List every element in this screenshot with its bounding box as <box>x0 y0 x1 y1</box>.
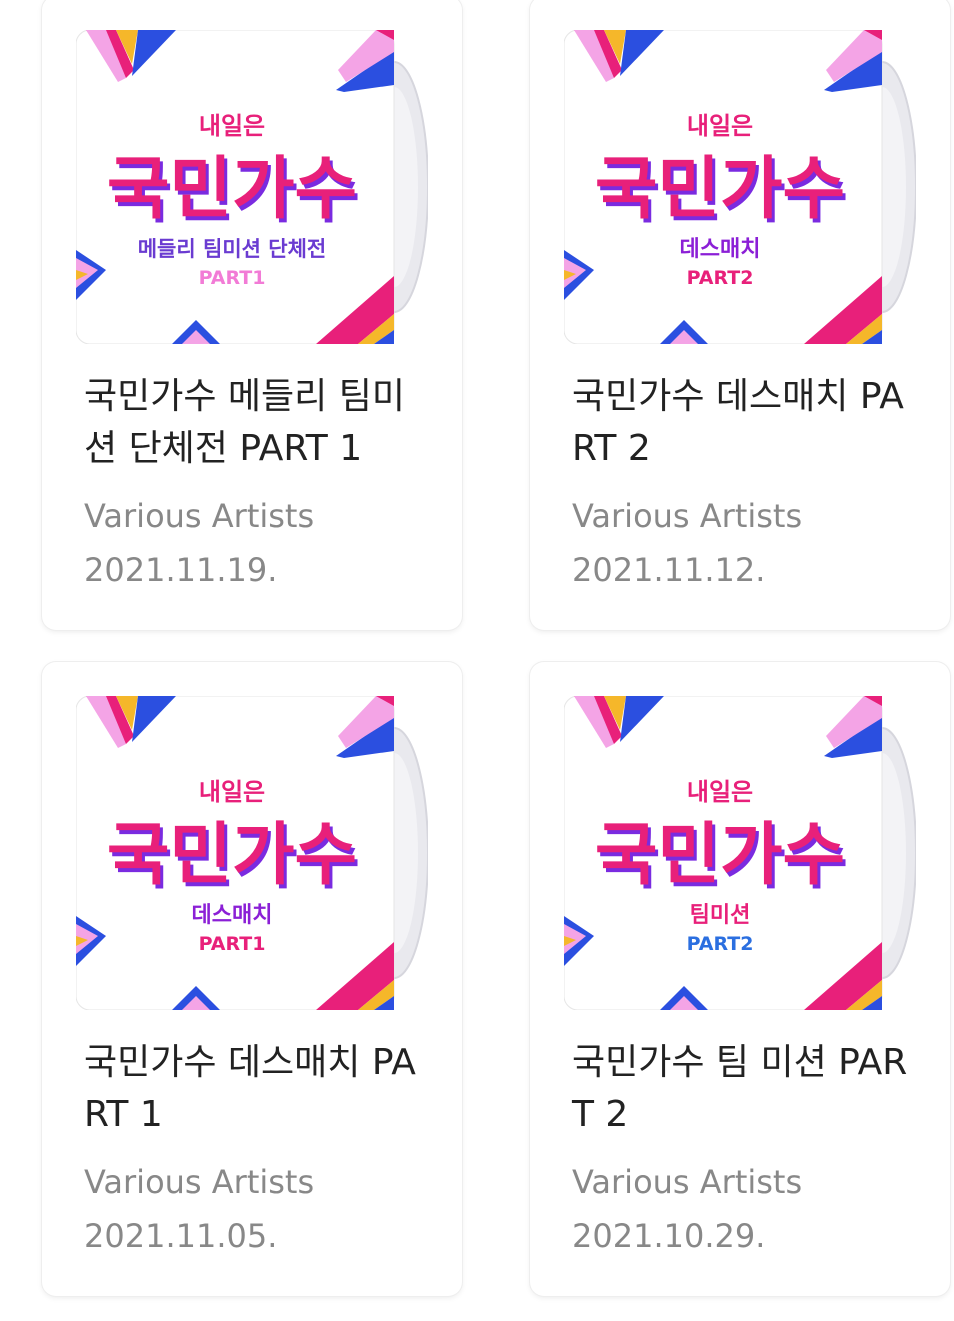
album-release-date: 2021.11.12. <box>572 551 766 589</box>
album-artist[interactable]: Various Artists <box>84 1158 314 1206</box>
album-cover-art: 내일은 국민가수 국민가수 팀미션 PART2 <box>564 696 916 1010</box>
cover-part-text: PART1 <box>199 933 266 955</box>
album-title[interactable]: 국민가수 데스매치 PART 2 <box>572 371 914 475</box>
cover-sub-text: 팀미션 <box>690 903 751 928</box>
cover-main-text: 국민가수 <box>107 150 357 229</box>
album-artist[interactable]: Various Artists <box>84 492 314 540</box>
cover-main-text: 국민가수 <box>107 816 357 895</box>
cover-top-text: 내일은 <box>687 112 753 140</box>
album-title[interactable]: 국민가수 데스매치 PART 1 <box>84 1037 426 1141</box>
cover-sub-text: 데스매치 <box>680 237 761 262</box>
album-artist[interactable]: Various Artists <box>572 492 802 540</box>
album-release-date: 2021.10.29. <box>572 1217 766 1255</box>
album-artist[interactable]: Various Artists <box>572 1158 802 1206</box>
cover-part-text: PART2 <box>687 933 754 955</box>
album-cover[interactable]: 내일은 국민가수 국민가수 메들리 팀미션 단체전 PART1 <box>76 30 428 344</box>
album-cover-art: 내일은 국민가수 국민가수 데스매치 PART1 <box>76 696 428 1010</box>
cover-sub-text: 데스매치 <box>192 903 273 928</box>
album-cover[interactable]: 내일은 국민가수 국민가수 데스매치 PART1 <box>76 696 428 1010</box>
album-cover-art: 내일은 국민가수 국민가수 데스매치 PART2 <box>564 30 916 344</box>
cover-part-text: PART1 <box>199 267 266 289</box>
album-cover-art: 내일은 국민가수 국민가수 메들리 팀미션 단체전 PART1 <box>76 30 428 344</box>
album-card[interactable]: 내일은 국민가수 국민가수 데스매치 PART1 국민가수 데스매치 PART … <box>42 662 462 1296</box>
album-release-date: 2021.11.19. <box>84 551 278 589</box>
cover-main-text: 국민가수 <box>595 150 845 229</box>
album-card[interactable]: 내일은 국민가수 국민가수 데스매치 PART2 국민가수 데스매치 PART … <box>530 0 950 630</box>
album-cover[interactable]: 내일은 국민가수 국민가수 팀미션 PART2 <box>564 696 916 1010</box>
album-cover[interactable]: 내일은 국민가수 국민가수 데스매치 PART2 <box>564 30 916 344</box>
cover-top-text: 내일은 <box>687 778 753 806</box>
album-title[interactable]: 국민가수 메들리 팀미션 단체전 PART 1 <box>84 371 426 475</box>
cover-top-text: 내일은 <box>199 112 265 140</box>
cover-sub-text: 메들리 팀미션 단체전 <box>138 237 327 261</box>
cover-main-text: 국민가수 <box>595 816 845 895</box>
album-card[interactable]: 내일은 국민가수 국민가수 메들리 팀미션 단체전 PART1 국민가수 메들리… <box>42 0 462 630</box>
album-title[interactable]: 국민가수 팀 미션 PART 2 <box>572 1037 914 1141</box>
album-release-date: 2021.11.05. <box>84 1217 278 1255</box>
cover-part-text: PART2 <box>687 267 754 289</box>
cover-top-text: 내일은 <box>199 778 265 806</box>
album-card[interactable]: 내일은 국민가수 국민가수 팀미션 PART2 국민가수 팀 미션 PART 2… <box>530 662 950 1296</box>
